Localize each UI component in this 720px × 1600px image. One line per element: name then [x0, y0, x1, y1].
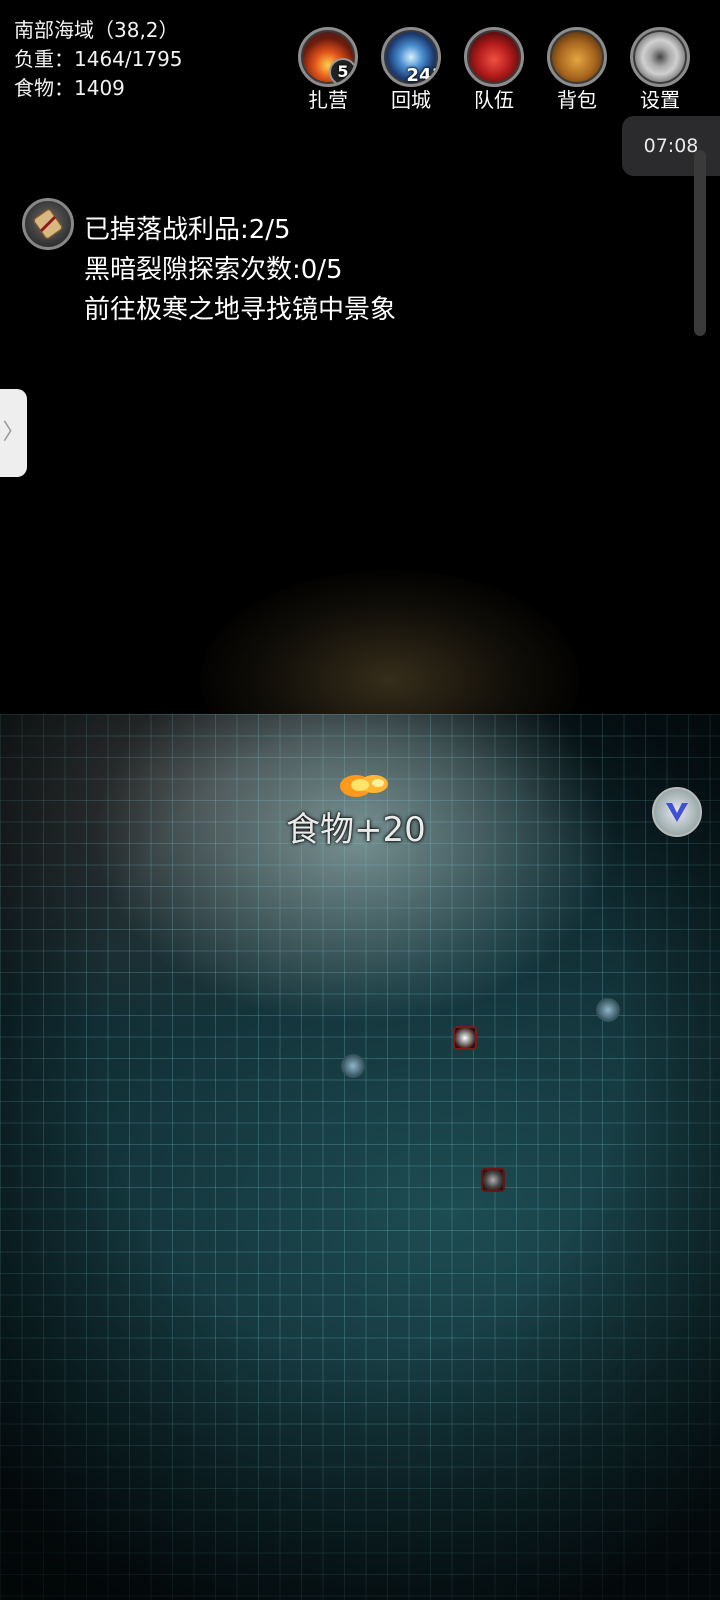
settings-label: 设置 — [640, 88, 680, 112]
camp-button[interactable]: 5 扎营 — [293, 27, 363, 113]
monster-marker-icon[interactable] — [481, 1168, 505, 1192]
location-label: 南部海域（38,2） — [14, 18, 179, 42]
food-label: 食物：1409 — [14, 76, 125, 100]
return-city-label: 回城 — [391, 88, 431, 112]
settings-button[interactable]: 设置 — [625, 27, 695, 113]
return-count-badge: 241 — [406, 65, 441, 86]
npc-marker-icon[interactable] — [341, 1054, 365, 1078]
quest-list: 已掉落战利品:2/5 黑暗裂隙探索次数:0/5 前往极寒之地寻找镜中景象 — [84, 210, 396, 330]
camp-count-badge: 5 — [329, 58, 355, 84]
scroll-icon[interactable] — [22, 198, 74, 250]
campfire-icon: 5 — [298, 27, 358, 87]
quest-item: 黑暗裂隙探索次数:0/5 — [84, 255, 343, 285]
fire-effect-icon — [336, 770, 394, 800]
return-city-button[interactable]: 241 回城 — [376, 27, 446, 113]
side-panel-toggle[interactable]: 〉 — [0, 389, 27, 477]
npc-marker-icon[interactable] — [596, 998, 620, 1022]
monster-marker-icon[interactable] — [453, 1026, 477, 1050]
food-gain-text: 食物+20 — [286, 810, 426, 850]
backpack-icon — [547, 27, 607, 87]
gear-icon — [630, 27, 690, 87]
team-icon — [464, 27, 524, 87]
side-scroll-handle[interactable] — [694, 150, 706, 336]
backpack-button[interactable]: 背包 — [542, 27, 612, 113]
quest-item: 前往极寒之地寻找镜中景象 — [84, 295, 397, 325]
team-label: 队伍 — [474, 88, 514, 112]
v-icon — [666, 803, 688, 822]
camp-label: 扎营 — [308, 88, 348, 112]
portal-icon: 241 — [381, 27, 441, 87]
status-panel: 南部海域（38,2） 负重：1464/1795 食物：1409 — [14, 16, 183, 103]
v-badge-button[interactable] — [652, 787, 702, 837]
quest-item: 已掉落战利品:2/5 — [84, 215, 291, 245]
load-label: 负重：1464/1795 — [14, 47, 183, 71]
backpack-label: 背包 — [557, 88, 597, 112]
team-button[interactable]: 队伍 — [459, 27, 529, 113]
